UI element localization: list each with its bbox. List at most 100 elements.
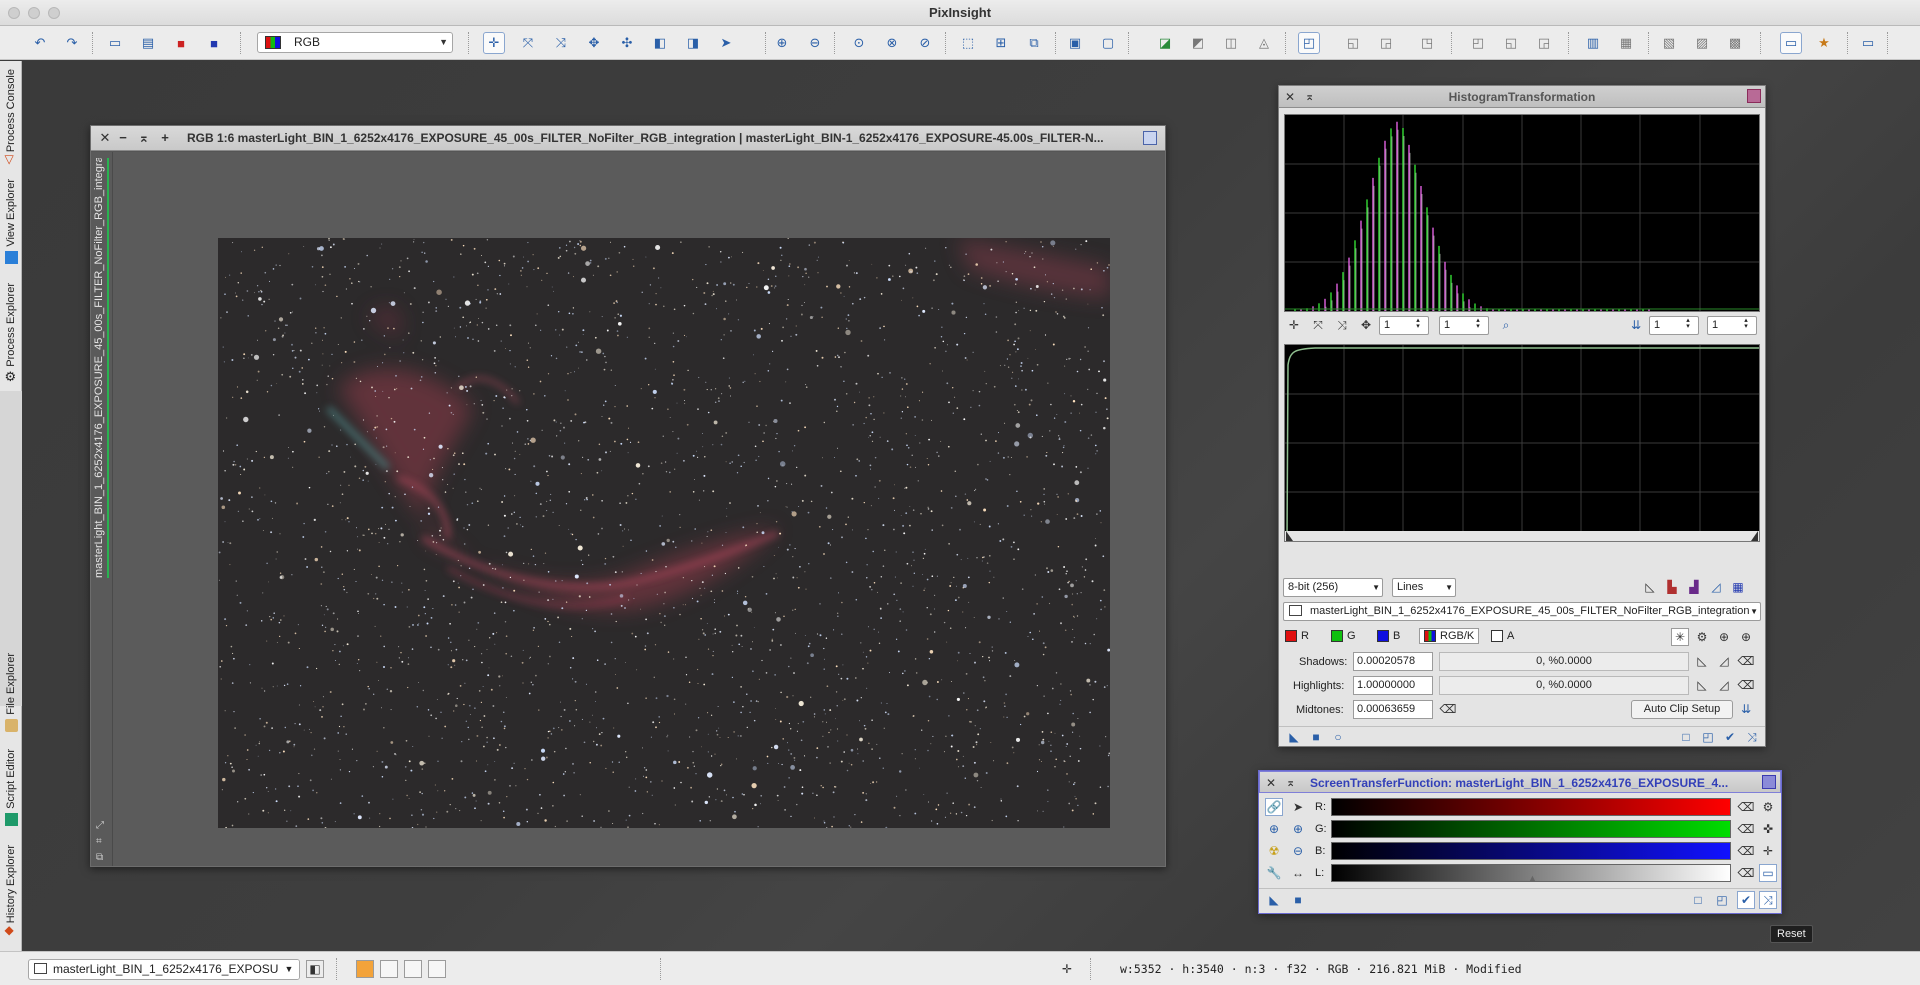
shade-icon[interactable]: ⌅ bbox=[136, 130, 152, 146]
graph-style-select[interactable]: Lines ▼ bbox=[1392, 578, 1456, 597]
zoom-in-alt-icon[interactable]: ⊕ bbox=[1289, 820, 1307, 838]
histogram-transformation-panel[interactable]: ✕ ⌅ HistogramTransformation ✛ ⤧ ⤨ ✥ 1 1 … bbox=[1278, 85, 1766, 747]
zoom-fit-icon[interactable]: ⤧ bbox=[1309, 316, 1327, 334]
minimize-window-button[interactable] bbox=[28, 7, 40, 19]
track-view-icon[interactable]: ◰ bbox=[1699, 728, 1717, 746]
tab-history-explorer[interactable]: History Explorer ◆ bbox=[0, 845, 22, 937]
crop-icon[interactable]: ⌗ bbox=[96, 836, 102, 847]
view-select[interactable]: masterLight_BIN_1_6252x4176_EXPOSURE_45_… bbox=[1283, 602, 1761, 621]
stf-auto-icon[interactable]: ◱ bbox=[1342, 32, 1364, 54]
layout-3-icon[interactable]: ▩ bbox=[1724, 32, 1746, 54]
reset-g-icon[interactable]: ⌫ bbox=[1737, 820, 1755, 838]
mask-remove-icon[interactable]: ◬ bbox=[1253, 32, 1275, 54]
channel-rgbk-toggle[interactable]: RGB/K bbox=[1419, 628, 1480, 644]
radiation-icon[interactable]: ☢ bbox=[1265, 842, 1283, 860]
shade-icon[interactable]: ⌅ bbox=[1305, 86, 1314, 108]
zoom-in-icon[interactable]: ⊕ bbox=[1265, 820, 1283, 838]
maximize-icon[interactable]: + bbox=[157, 130, 173, 146]
pan-mode-icon[interactable]: ✛ bbox=[483, 32, 505, 54]
zoom-in-icon[interactable]: ⤨ bbox=[1333, 316, 1351, 334]
preview-new-icon[interactable]: ◰ bbox=[1467, 32, 1489, 54]
execute-icon[interactable]: ✔ bbox=[1737, 891, 1755, 909]
settings-icon[interactable]: ⚙ bbox=[1759, 798, 1777, 816]
close-icon[interactable]: ✕ bbox=[1266, 772, 1276, 794]
iconize-icon[interactable] bbox=[1762, 775, 1776, 789]
channel-b-toggle[interactable]: B bbox=[1377, 630, 1400, 642]
clip-highlights-icon[interactable]: ◺ bbox=[1693, 676, 1711, 694]
settings-icon[interactable]: ⚙ bbox=[1693, 628, 1711, 646]
iconize-icon[interactable] bbox=[1143, 131, 1157, 145]
apply-global-icon[interactable]: ■ bbox=[1307, 728, 1325, 746]
new-image-icon[interactable]: ▤ bbox=[137, 32, 159, 54]
histogram-titlebar[interactable]: ✕ ⌅ HistogramTransformation bbox=[1279, 86, 1765, 108]
workspace-icon[interactable]: ▦ bbox=[1615, 32, 1637, 54]
resolution-select[interactable]: 8-bit (256) ▼ bbox=[1283, 578, 1383, 597]
clip-shadows-icon[interactable]: ◺ bbox=[1693, 652, 1711, 670]
reset-highlights-icon[interactable]: ⌫ bbox=[1737, 676, 1755, 694]
channel-a-toggle[interactable]: A bbox=[1491, 630, 1514, 642]
apply-global-icon[interactable]: ■ bbox=[1289, 891, 1307, 909]
workspace-3-button[interactable] bbox=[404, 960, 422, 978]
wrench-icon[interactable]: 🔧 bbox=[1265, 864, 1283, 882]
preview-store-icon[interactable]: ◲ bbox=[1533, 32, 1555, 54]
color-mode-select[interactable]: RGB ▼ bbox=[257, 32, 453, 53]
workspace-4-button[interactable] bbox=[428, 960, 446, 978]
zoom-v2-input[interactable]: 1 bbox=[1707, 316, 1757, 335]
tab-file-explorer[interactable]: File Explorer bbox=[0, 653, 22, 732]
extract-channels-icon[interactable]: ■ bbox=[203, 32, 225, 54]
pan-icon[interactable]: ✛ bbox=[1285, 316, 1303, 334]
channel-g-toggle[interactable]: G bbox=[1331, 630, 1356, 642]
image-canvas[interactable] bbox=[113, 152, 1165, 866]
zoom-fit-window-icon[interactable]: ⊘ bbox=[914, 32, 936, 54]
stf-g-slider[interactable] bbox=[1331, 820, 1731, 838]
execute-icon[interactable]: ✔ bbox=[1721, 728, 1739, 746]
undo-icon[interactable]: ↶ bbox=[29, 32, 51, 54]
crosshair-icon[interactable]: ✳ bbox=[1671, 628, 1689, 646]
screen-transfer-function-panel[interactable]: ✕ ⌅ ScreenTransferFunction: masterLight_… bbox=[1258, 770, 1782, 914]
channel-r-toggle[interactable]: R bbox=[1285, 630, 1309, 642]
window-maximize-icon[interactable]: ▣ bbox=[1064, 32, 1086, 54]
fit-icon[interactable]: ⤢ bbox=[96, 820, 104, 831]
browse-docs-icon[interactable]: □ bbox=[1677, 728, 1695, 746]
preview-edit-icon[interactable]: ◨ bbox=[682, 32, 704, 54]
reset-r-icon[interactable]: ⌫ bbox=[1737, 798, 1755, 816]
star-icon[interactable]: ★ bbox=[1813, 32, 1835, 54]
zoom-out-icon[interactable]: ⊖ bbox=[1289, 842, 1307, 860]
track-icon[interactable]: ✜ bbox=[1759, 820, 1777, 838]
stf-r-slider[interactable] bbox=[1331, 798, 1731, 816]
midtones-input[interactable]: 0.00063659 bbox=[1353, 700, 1433, 719]
layout-2-icon[interactable]: ▨ bbox=[1691, 32, 1713, 54]
tab-view-explorer[interactable]: View Explorer bbox=[0, 179, 22, 264]
explorer-icon[interactable]: ▥ bbox=[1582, 32, 1604, 54]
window-restore-icon[interactable]: ▢ bbox=[1097, 32, 1119, 54]
close-icon[interactable]: ✕ bbox=[1285, 86, 1295, 108]
tile-icon[interactable]: ⊞ bbox=[990, 32, 1012, 54]
curve-icon[interactable]: ◿ bbox=[1707, 578, 1725, 596]
image-window[interactable]: ✕ − ⌅ + RGB 1:6 masterLight_BIN_1_6252x4… bbox=[90, 125, 1166, 867]
layout-1-icon[interactable]: ▧ bbox=[1658, 32, 1680, 54]
reset-icon[interactable]: ⤨ bbox=[1743, 728, 1761, 746]
readout-icon[interactable]: ✥ bbox=[583, 32, 605, 54]
zoom-mode-icon[interactable]: ⤨ bbox=[550, 32, 572, 54]
new-instance-icon[interactable]: ◣ bbox=[1285, 728, 1303, 746]
stf-titlebar[interactable]: ✕ ⌅ ScreenTransferFunction: masterLight_… bbox=[1259, 771, 1781, 793]
zoom-in-icon[interactable]: ⊕ bbox=[771, 32, 793, 54]
search-icon[interactable]: ⌕ bbox=[1497, 316, 1515, 334]
screen-icon[interactable]: ▭ bbox=[1857, 32, 1879, 54]
track-view-icon[interactable]: ◰ bbox=[1713, 891, 1731, 909]
reset-icon[interactable]: ⤨ bbox=[1759, 891, 1777, 909]
stf-l-slider[interactable]: ▲ bbox=[1331, 864, 1731, 883]
rejection-icon[interactable]: ▙ bbox=[1663, 578, 1681, 596]
astro-image[interactable] bbox=[218, 238, 1110, 828]
fit-view-icon[interactable]: ⬚ bbox=[957, 32, 979, 54]
histogram-icon[interactable]: ▟ bbox=[1685, 578, 1703, 596]
stf-toggle-icon[interactable]: ◳ bbox=[1416, 32, 1438, 54]
link-channels-icon[interactable]: 🔗 bbox=[1265, 798, 1283, 816]
zoom-h2-input[interactable]: 1 bbox=[1649, 316, 1699, 335]
mask-icon[interactable]: ◪ bbox=[1154, 32, 1176, 54]
zoom-v-input[interactable]: 1 bbox=[1439, 316, 1489, 335]
workspace-1-button[interactable] bbox=[356, 960, 374, 978]
tab-script-editor[interactable]: Script Editor bbox=[0, 749, 22, 826]
clip-highlights-auto-icon[interactable]: ◿ bbox=[1715, 676, 1733, 694]
horizontal-arrows-icon[interactable]: ↔ bbox=[1289, 864, 1307, 882]
